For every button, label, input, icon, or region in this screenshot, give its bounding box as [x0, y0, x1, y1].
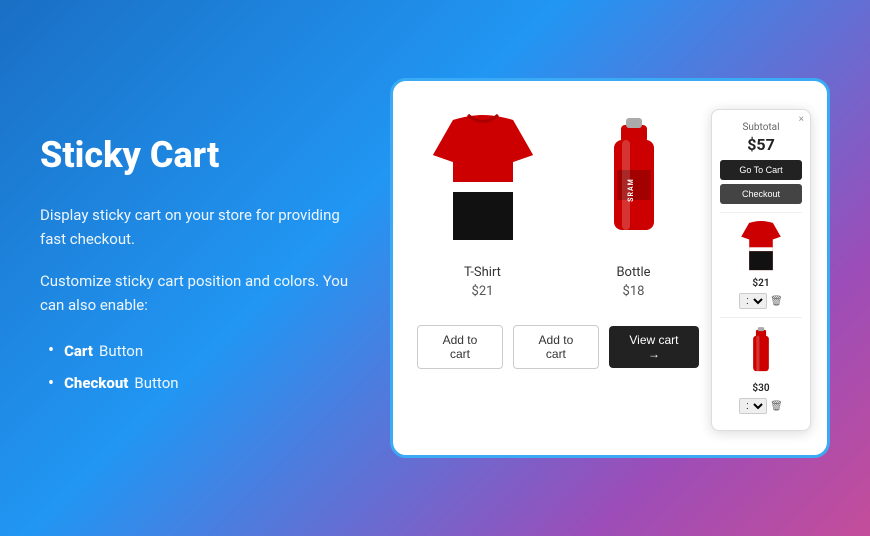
checkout-cart-button[interactable]: Checkout — [720, 184, 802, 204]
close-cart-button[interactable]: × — [799, 114, 804, 125]
tshirt-image — [418, 105, 548, 255]
cart-tshirt-delete-button[interactable]: 🗑 — [770, 296, 783, 307]
cart-tshirt-qty-select[interactable]: 1 2 3 — [739, 293, 767, 309]
feature-checkout: Checkout Button — [48, 368, 350, 400]
cart-bottle-svg — [736, 324, 786, 379]
cart-item-bottle-price: $30 — [752, 383, 769, 394]
cart-item-bottle-controls: 1 2 3 🗑 — [739, 398, 783, 414]
bottom-actions: Add to cart Add to cart View cart → — [417, 325, 699, 369]
product-bottle: SRAM Bottle $18 — [568, 105, 699, 309]
bottle-name: Bottle — [616, 265, 650, 280]
add-to-cart-bottle-button[interactable]: Add to cart — [513, 325, 599, 369]
bottle-image: SRAM — [569, 105, 699, 255]
page-title: Sticky Cart — [40, 136, 350, 176]
cart-tshirt-svg — [736, 219, 786, 274]
tshirt-name: T-Shirt — [464, 265, 501, 280]
subtotal-label: Subtotal — [720, 122, 802, 133]
feature-checkout-bold: Checkout — [64, 370, 128, 397]
cart-bottle-delete-button[interactable]: 🗑 — [770, 401, 783, 412]
add-to-cart-tshirt-button[interactable]: Add to cart — [417, 325, 503, 369]
feature-cart-bold: Cart — [64, 338, 93, 365]
bottle-svg: SRAM — [589, 110, 679, 250]
svg-text:SRAM: SRAM — [627, 178, 635, 202]
tshirt-price: $21 — [472, 284, 494, 299]
feature-cart: Cart Button — [48, 335, 350, 367]
cart-item-tshirt: $21 1 2 3 🗑 — [720, 219, 802, 309]
feature-cart-suffix: Button — [99, 338, 143, 365]
cart-divider-2 — [720, 317, 802, 318]
description-2: Customize sticky cart position and color… — [40, 269, 350, 317]
view-cart-button[interactable]: View cart → — [609, 326, 699, 368]
cart-item-tshirt-price: $21 — [752, 278, 769, 289]
features-list: Cart Button Checkout Button — [40, 335, 350, 400]
subtotal-amount: $57 — [720, 135, 802, 154]
cart-divider — [720, 212, 802, 213]
cart-bottle-qty-select[interactable]: 1 2 3 — [739, 398, 767, 414]
sticky-cart-panel: × Subtotal $57 Go To Cart Checkout $21 1… — [711, 109, 811, 431]
left-panel: Sticky Cart Display sticky cart on your … — [40, 136, 350, 400]
demo-panel: T-Shirt $21 — [390, 78, 830, 458]
bottle-price: $18 — [623, 284, 645, 299]
cart-item-bottle: $30 1 2 3 🗑 — [720, 324, 802, 414]
feature-checkout-suffix: Button — [134, 370, 178, 397]
product-tshirt: T-Shirt $21 — [417, 105, 548, 309]
tshirt-svg — [423, 110, 543, 250]
description-1: Display sticky cart on your store for pr… — [40, 203, 350, 251]
cart-item-tshirt-controls: 1 2 3 🗑 — [739, 293, 783, 309]
go-to-cart-button[interactable]: Go To Cart — [720, 160, 802, 180]
products-row: T-Shirt $21 — [417, 105, 699, 309]
products-area: T-Shirt $21 — [417, 105, 699, 369]
